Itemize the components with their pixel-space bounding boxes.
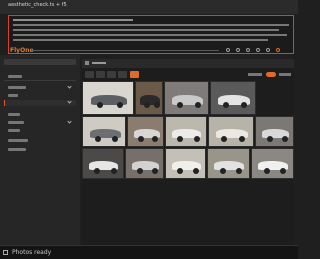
wheel-shape bbox=[221, 136, 227, 142]
wheel-shape bbox=[152, 168, 158, 174]
photo-panel bbox=[82, 59, 294, 245]
wheel-shape bbox=[280, 168, 286, 174]
wheel-shape bbox=[112, 136, 118, 142]
sidebar-item-selected[interactable] bbox=[4, 100, 76, 106]
grid-icon[interactable] bbox=[85, 61, 89, 65]
status-checkbox[interactable] bbox=[3, 250, 8, 255]
thumbnail-5[interactable] bbox=[82, 116, 126, 147]
info-icon[interactable] bbox=[256, 48, 260, 52]
view-option bbox=[248, 73, 262, 76]
wheel-shape bbox=[94, 168, 100, 174]
wheel-shape bbox=[193, 168, 199, 174]
tab-photos[interactable] bbox=[92, 62, 106, 64]
wheel-shape bbox=[177, 102, 183, 108]
chevron-down-icon[interactable] bbox=[67, 119, 72, 124]
sort-button[interactable] bbox=[107, 71, 116, 78]
wheel-shape bbox=[117, 102, 123, 108]
tab-bar bbox=[82, 59, 294, 68]
sidebar-item-3[interactable] bbox=[8, 113, 20, 116]
wheel-shape bbox=[177, 136, 183, 142]
wheel-shape bbox=[95, 136, 101, 142]
wheel-shape bbox=[152, 136, 158, 142]
app-logo: FlyOne bbox=[10, 47, 34, 54]
thumbnail-14[interactable] bbox=[251, 148, 294, 179]
view-toggle[interactable] bbox=[266, 72, 276, 77]
wheel-shape bbox=[138, 136, 144, 142]
wheel-shape bbox=[154, 102, 160, 108]
minimize-icon[interactable] bbox=[226, 48, 230, 52]
thumbnail-10[interactable] bbox=[82, 148, 124, 179]
code-line-5 bbox=[13, 39, 268, 41]
thumbnail-12[interactable] bbox=[165, 148, 206, 179]
thumbnail-7[interactable] bbox=[165, 116, 207, 147]
toolbar bbox=[82, 70, 294, 79]
view-option-2 bbox=[279, 73, 291, 76]
filter-button[interactable] bbox=[96, 71, 105, 78]
thumbnail-9[interactable] bbox=[255, 116, 294, 147]
status-bar: Photos ready bbox=[0, 245, 298, 259]
sidebar-divider bbox=[4, 80, 76, 81]
code-line-1 bbox=[13, 19, 133, 21]
title-bar: aesthetic_check.ts + f5 bbox=[0, 0, 298, 14]
thumbnail-8[interactable] bbox=[208, 116, 254, 147]
wheel-shape bbox=[267, 136, 273, 142]
status-text: Photos ready bbox=[12, 249, 52, 256]
sidebar-header[interactable] bbox=[4, 59, 76, 65]
wheel-shape bbox=[97, 102, 103, 108]
wheel-shape bbox=[282, 136, 288, 142]
wheel-shape bbox=[111, 168, 117, 174]
thumbnail-1[interactable] bbox=[82, 81, 134, 115]
sidebar bbox=[0, 55, 80, 245]
wheel-shape bbox=[264, 168, 270, 174]
sidebar-label-1 bbox=[8, 75, 22, 78]
maximize-icon[interactable] bbox=[236, 48, 240, 52]
thumbnail-11[interactable] bbox=[125, 148, 164, 179]
code-line-4 bbox=[13, 34, 287, 36]
wheel-shape bbox=[239, 136, 245, 142]
tag-button[interactable] bbox=[118, 71, 127, 78]
help-icon[interactable] bbox=[266, 48, 270, 52]
wheel-shape bbox=[137, 168, 143, 174]
thumbnail-3[interactable] bbox=[164, 81, 209, 115]
thumbnail-2[interactable] bbox=[135, 81, 163, 115]
wheel-shape bbox=[144, 102, 150, 108]
code-line-2 bbox=[13, 24, 289, 26]
sidebar-item-5[interactable] bbox=[8, 129, 20, 132]
sidebar-item-6[interactable] bbox=[8, 139, 28, 142]
brand-divider bbox=[31, 50, 219, 51]
thumbnail-4[interactable] bbox=[210, 81, 256, 115]
wheel-shape bbox=[223, 102, 229, 108]
wheel-shape bbox=[195, 102, 201, 108]
sidebar-item-1[interactable] bbox=[8, 86, 26, 89]
wheel-shape bbox=[241, 102, 247, 108]
window-title: aesthetic_check.ts + f5 bbox=[8, 2, 67, 8]
wheel-shape bbox=[177, 168, 183, 174]
code-line-3 bbox=[13, 29, 279, 31]
wheel-shape bbox=[220, 168, 226, 174]
back-button[interactable] bbox=[85, 71, 94, 78]
sidebar-item-2[interactable] bbox=[8, 94, 18, 97]
wheel-shape bbox=[236, 168, 242, 174]
search-button[interactable] bbox=[130, 71, 139, 78]
sidebar-item-7[interactable] bbox=[8, 148, 26, 151]
prompt-editor[interactable] bbox=[8, 15, 294, 54]
sidebar-item-4[interactable] bbox=[8, 121, 24, 124]
close-icon[interactable] bbox=[276, 48, 280, 52]
thumbnail-13[interactable] bbox=[207, 148, 250, 179]
wheel-shape bbox=[194, 136, 200, 142]
settings-icon[interactable] bbox=[246, 48, 250, 52]
thumbnail-6[interactable] bbox=[127, 116, 164, 147]
chevron-down-icon[interactable] bbox=[67, 84, 72, 89]
